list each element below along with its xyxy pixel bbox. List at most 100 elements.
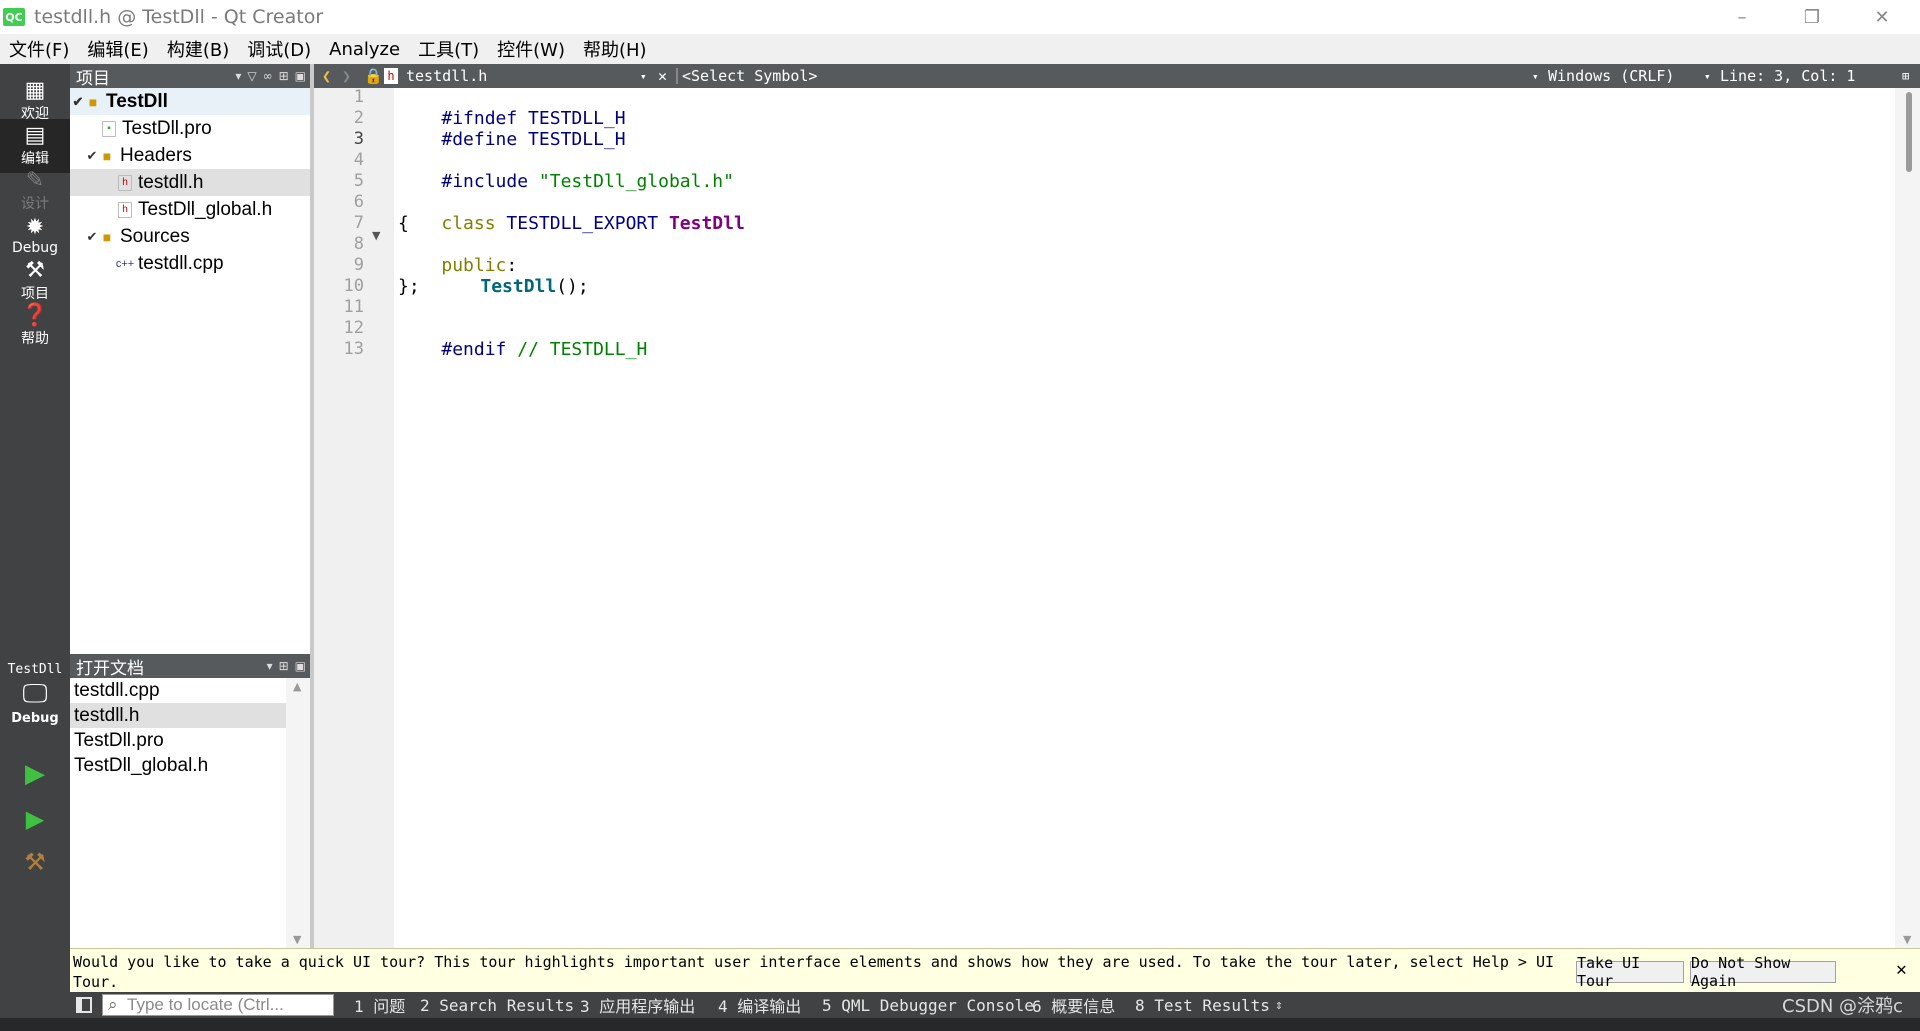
run-icon: ▶ — [25, 759, 45, 789]
tree-item-testdll-cpp[interactable]: c++ testdll.cpp — [70, 250, 310, 277]
pane-test-results-button[interactable]: 8 Test Results — [1135, 992, 1270, 1018]
minimize-button[interactable]: – — [1714, 0, 1770, 34]
pane-general-messages-button[interactable]: 6 概要信息 — [1032, 992, 1115, 1018]
menu-analyze[interactable]: Analyze — [320, 39, 409, 60]
line-number: 1 — [353, 87, 364, 107]
build-button[interactable]: ⚒ — [0, 842, 70, 882]
chevron-down-icon[interactable]: ▼ — [1903, 933, 1911, 946]
view-dropdown-icon[interactable]: ▾ — [235, 69, 241, 83]
tree-item-headers[interactable]: ✔ ■ Headers — [70, 142, 310, 169]
tree-item-label: TestDll.pro — [122, 117, 212, 139]
pane-qml-console-button[interactable]: 5 QML Debugger Console — [822, 992, 1034, 1018]
sidebar-toggle-icon[interactable] — [76, 997, 92, 1013]
pane-search-results-button[interactable]: 2 Search Results — [420, 992, 574, 1018]
mode-help[interactable]: ❓ 帮助 — [0, 299, 70, 353]
debug-run-button[interactable]: ▶ — [0, 799, 70, 839]
open-doc-item[interactable]: testdll.cpp — [70, 678, 286, 703]
open-docs-scrollbar[interactable]: ▲ ▼ — [286, 678, 310, 948]
title-bar: QC testdll.h @ TestDll - Qt Creator – ❐ … — [0, 0, 1920, 34]
chevron-down-icon[interactable]: ▼ — [293, 933, 301, 946]
header-file-icon: h — [118, 201, 132, 218]
filter-icon[interactable]: ▽ — [247, 69, 256, 83]
line-number: 9 — [353, 255, 364, 275]
menu-tools[interactable]: 工具(T) — [409, 36, 488, 62]
split-icon[interactable]: ⊞ — [1902, 64, 1909, 88]
code-editor[interactable]: #ifndef TESTDLL_H #define TESTDLL_H #inc… — [398, 88, 1895, 948]
line-ending-dropdown-icon[interactable]: ▾ — [1532, 64, 1539, 88]
fold-marker-icon[interactable]: ▼ — [372, 229, 380, 242]
editor-scrollbar[interactable]: ▼ — [1895, 88, 1920, 948]
editor-scroll-thumb[interactable] — [1906, 92, 1912, 172]
chevron-down-icon[interactable]: ✔ — [70, 94, 86, 110]
menu-debug[interactable]: 调试(D) — [238, 36, 320, 62]
close-document-icon[interactable]: ✕ — [658, 64, 667, 88]
tree-item-global-h[interactable]: h TestDll_global.h — [70, 196, 310, 223]
line-ending-selector[interactable]: Windows (CRLF) — [1548, 64, 1674, 88]
tree-item-pro[interactable]: ▪ TestDll.pro — [70, 115, 310, 142]
menu-build[interactable]: 构建(B) — [158, 36, 238, 62]
do-not-show-again-button[interactable]: Do Not Show Again — [1690, 954, 1836, 990]
position-dropdown-icon[interactable]: ▾ — [1704, 64, 1711, 88]
window-title: testdll.h @ TestDll - Qt Creator — [34, 6, 324, 28]
close-icon[interactable]: ✕ — [1896, 959, 1907, 980]
take-ui-tour-button[interactable]: Take UI Tour — [1576, 954, 1684, 990]
code-token: "TestDll_global.h" — [538, 171, 734, 192]
split-icon[interactable]: ⊞ — [279, 69, 289, 83]
restore-button[interactable]: ❐ — [1784, 0, 1840, 34]
tree-item-label: TestDll_global.h — [138, 198, 273, 220]
menu-help[interactable]: 帮助(H) — [574, 36, 656, 62]
toolbar-divider — [676, 68, 678, 84]
pro-file-icon: ▪ — [102, 120, 116, 137]
cursor-position[interactable]: Line: 3, Col: 1 — [1720, 64, 1855, 88]
tree-item-label: Sources — [120, 225, 190, 247]
mode-label: 帮助 — [21, 331, 49, 347]
watermark-text: CSDN @涂鸦c — [1782, 996, 1903, 1017]
grid-icon: ▦ — [24, 78, 46, 103]
pane-compile-output-button[interactable]: 4 编译输出 — [718, 992, 801, 1018]
menu-file[interactable]: 文件(F) — [0, 36, 78, 62]
locator-input[interactable]: ⌕ Type to locate (Ctrl... — [102, 994, 334, 1016]
line-number: 4 — [353, 150, 364, 170]
symbol-selector[interactable]: <Select Symbol> — [682, 64, 817, 88]
open-doc-item[interactable]: TestDll_global.h — [70, 753, 286, 778]
back-arrow-icon[interactable]: ❮ — [322, 64, 331, 88]
line-number: 8 — [353, 234, 364, 254]
tree-item-sources[interactable]: ✔ ■ Sources — [70, 223, 310, 250]
ui-tour-message: Would you like to take a quick UI tour? … — [73, 953, 1555, 991]
chevron-up-icon[interactable]: ▲ — [293, 680, 301, 693]
split-icon[interactable]: ⊞ — [279, 659, 289, 673]
pane-app-output-button[interactable]: 3 应用程序输出 — [580, 992, 695, 1018]
sync-link-icon[interactable]: ∞ — [263, 69, 273, 83]
menu-edit[interactable]: 编辑(E) — [78, 36, 157, 62]
code-line: TestDll(); — [437, 255, 588, 318]
line-number: 2 — [353, 108, 364, 128]
restore-icon: ❐ — [1803, 6, 1821, 28]
file-dropdown-icon[interactable]: ▾ — [640, 64, 647, 88]
line-number: 6 — [353, 192, 364, 212]
view-dropdown-icon[interactable]: ▾ — [267, 659, 273, 673]
tree-item-label: testdll.cpp — [138, 252, 224, 274]
folder-icon: ■ — [102, 147, 112, 164]
forward-arrow-icon[interactable]: ❯ — [342, 64, 351, 88]
chevron-down-icon[interactable]: ✔ — [84, 229, 100, 245]
tree-item-project[interactable]: ✔ ■ TestDll — [70, 88, 310, 115]
menu-widgets[interactable]: 控件(W) — [488, 36, 574, 62]
code-token: TestDll — [668, 213, 745, 234]
open-doc-item[interactable]: TestDll.pro — [70, 728, 286, 753]
project-pane-header: 项目 ▾ ▽ ∞ ⊞ ▣ — [70, 64, 310, 89]
code-token: #include — [441, 171, 529, 192]
tree-item-testdll-h[interactable]: h testdll.h — [70, 169, 310, 196]
open-doc-item[interactable]: testdll.h — [70, 703, 286, 728]
close-pane-icon[interactable]: ▣ — [295, 69, 306, 83]
run-button[interactable]: ▶ — [0, 754, 70, 794]
pane-issues-button[interactable]: 1 问题 — [354, 992, 405, 1018]
open-file-name[interactable]: testdll.h — [406, 64, 487, 88]
tree-item-label: testdll.h — [138, 171, 204, 193]
close-icon: ✕ — [1874, 6, 1890, 28]
edit-icon: ▤ — [24, 123, 46, 148]
more-panes-icon[interactable]: ⇕ — [1275, 992, 1283, 1018]
close-window-button[interactable]: ✕ — [1854, 0, 1910, 34]
kit-selector[interactable]: TestDll 🖵 Debug — [0, 648, 70, 740]
chevron-down-icon[interactable]: ✔ — [84, 148, 100, 164]
close-pane-icon[interactable]: ▣ — [295, 659, 306, 673]
